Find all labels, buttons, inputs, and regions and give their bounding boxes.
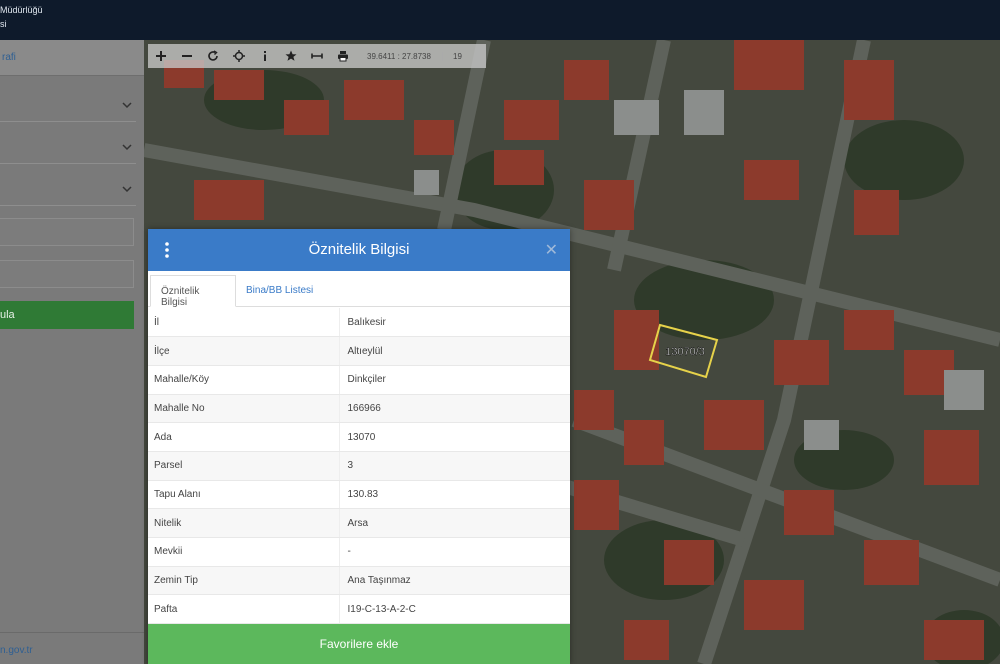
query-button-label: ula xyxy=(0,309,15,321)
zoom-level-readout: 19 xyxy=(442,51,472,61)
chevron-down-icon xyxy=(122,102,132,109)
table-row: Mahalle No 166966 xyxy=(148,394,570,424)
attribute-info-dialog: Öznitelik Bilgisi ✕ Öznitelik Bilgisi Bi… xyxy=(148,229,570,664)
attribute-value: 3 xyxy=(339,451,570,481)
attribute-key: Tapu Alanı xyxy=(148,480,340,510)
measure-icon xyxy=(311,53,323,59)
table-row: Mahalle/Köy Dinkçiler xyxy=(148,365,570,395)
attribute-key: İl xyxy=(148,308,340,338)
table-row: Ada 13070 xyxy=(148,422,570,452)
dialog-tabs: Öznitelik Bilgisi Bina/BB Listesi xyxy=(148,275,570,308)
header-subtitle: si xyxy=(0,19,7,29)
table-row: Pafta I19-C-13-A-2-C xyxy=(148,594,570,625)
top-header: Müdürlüğü si xyxy=(0,0,1000,40)
zoom-in-button[interactable] xyxy=(148,44,174,68)
print-button[interactable] xyxy=(330,44,356,68)
attribute-key: İlçe xyxy=(148,336,340,366)
sidebar-footer: n.gov.tr xyxy=(0,632,144,664)
attribute-value: I19-C-13-A-2-C xyxy=(339,594,570,625)
attribute-key: Parsel xyxy=(148,451,340,481)
table-row: İlçe Altıeylül xyxy=(148,336,570,366)
locate-button[interactable] xyxy=(226,44,252,68)
table-row: İl Balıkesir xyxy=(148,308,570,338)
sidebar-heading[interactable]: rafi xyxy=(0,40,144,76)
attribute-value: 13070 xyxy=(339,422,570,452)
minus-icon xyxy=(182,55,192,57)
attribute-key: Zemin Tip xyxy=(148,566,340,596)
block-input[interactable] xyxy=(0,218,134,246)
coordinate-readout: 39.6411 : 27.8738 xyxy=(367,51,431,61)
parcel-label: 13070/3 xyxy=(665,346,705,358)
crosshair-icon xyxy=(233,50,245,62)
attribute-value: Arsa xyxy=(339,508,570,538)
table-row: Tapu Alanı 130.83 xyxy=(148,480,570,510)
refresh-button[interactable] xyxy=(200,44,226,68)
dialog-header: Öznitelik Bilgisi ✕ xyxy=(148,229,570,271)
attribute-value: - xyxy=(339,537,570,567)
table-row: Zemin Tip Ana Taşınmaz xyxy=(148,566,570,596)
attribute-table: İl Balıkesir İlçe Altıeylül Mahalle/Köy Din… xyxy=(148,308,570,625)
dialog-title: Öznitelik Bilgisi xyxy=(308,241,410,258)
attribute-value: Balıkesir xyxy=(339,308,570,338)
attribute-key: Mahalle/Köy xyxy=(148,365,340,395)
close-icon[interactable]: ✕ xyxy=(545,240,558,260)
table-row: Mevkii - xyxy=(148,537,570,567)
parcel-input[interactable] xyxy=(0,260,134,288)
printer-icon xyxy=(338,51,348,62)
star-icon xyxy=(285,50,297,61)
query-button[interactable]: ula xyxy=(0,301,134,329)
add-to-favorites-button[interactable]: Favorilere ekle xyxy=(148,624,570,664)
province-select[interactable] xyxy=(0,92,136,122)
sidebar-heading-label: rafi xyxy=(2,52,16,63)
attribute-key: Mevkii xyxy=(148,537,340,567)
favorites-button[interactable] xyxy=(278,44,304,68)
attribute-key: Pafta xyxy=(148,594,340,625)
district-select[interactable] xyxy=(0,134,136,164)
attribute-value: Dinkçiler xyxy=(339,365,570,395)
table-row: Parsel 3 xyxy=(148,451,570,481)
footer-link[interactable]: n.gov.tr xyxy=(0,645,33,656)
attribute-value: Ana Taşınmaz xyxy=(339,566,570,596)
table-row: Nitelik Arsa xyxy=(148,508,570,538)
attribute-value: 166966 xyxy=(339,394,570,424)
refresh-icon xyxy=(208,50,218,61)
attribute-value: Altıeylül xyxy=(339,336,570,366)
chevron-down-icon xyxy=(122,186,132,193)
measure-button[interactable] xyxy=(304,44,330,68)
chevron-down-icon xyxy=(122,144,132,151)
header-title: Müdürlüğü xyxy=(0,5,43,15)
info-button[interactable] xyxy=(252,44,278,68)
attribute-key: Nitelik xyxy=(148,508,340,538)
sidebar: rafi ula n.gov.tr xyxy=(0,40,144,664)
attribute-value: 130.83 xyxy=(339,480,570,510)
plus-icon xyxy=(156,51,166,61)
attribute-key: Ada xyxy=(148,422,340,452)
map-toolbar: 39.6411 : 27.8738 19 xyxy=(148,44,486,68)
info-icon xyxy=(264,51,266,61)
tab-building-list[interactable]: Bina/BB Listesi xyxy=(236,275,323,307)
attribute-key: Mahalle No xyxy=(148,394,340,424)
zoom-out-button[interactable] xyxy=(174,44,200,68)
neighborhood-select[interactable] xyxy=(0,176,136,206)
tab-attribute-info[interactable]: Öznitelik Bilgisi xyxy=(150,275,236,308)
